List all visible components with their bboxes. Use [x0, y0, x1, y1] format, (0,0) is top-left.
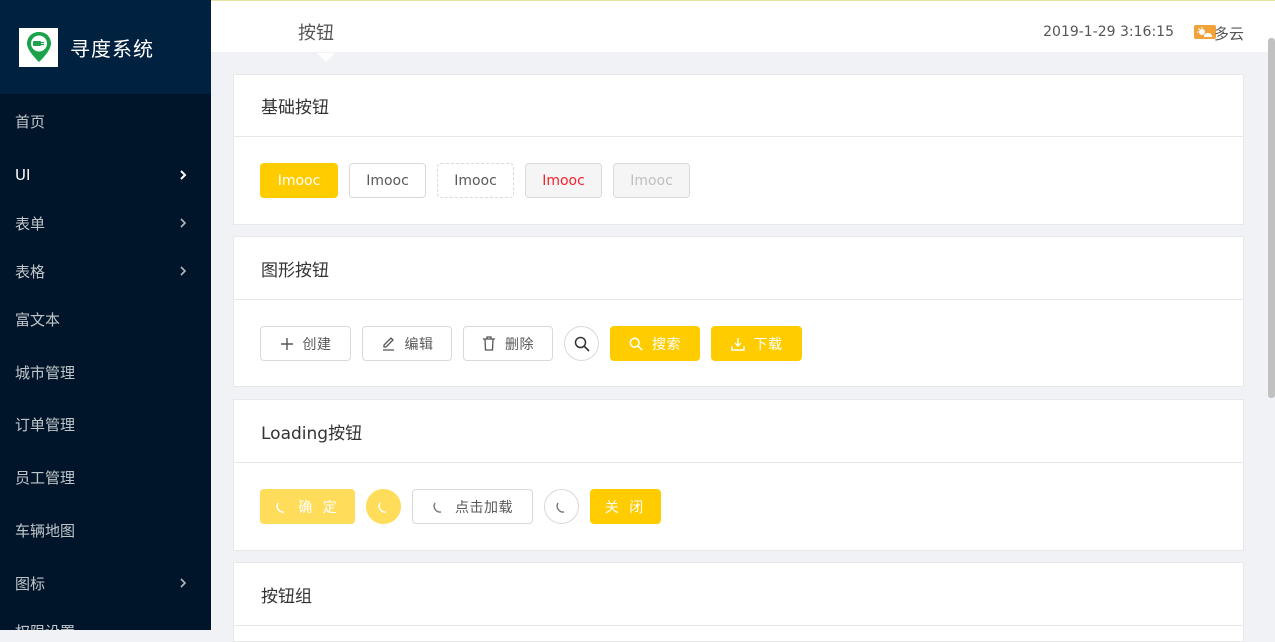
sidebar-item-label: 权限设置	[15, 621, 75, 631]
header: 按钮 2019-1-29 3:16:15 多云	[211, 0, 1275, 62]
loading-buttons-card: Loading按钮 确 定 点击加载 关 闭	[233, 399, 1244, 551]
loading-spinner-icon	[276, 502, 285, 513]
logo: 寻度系统	[0, 0, 211, 94]
button-label: 删除	[505, 336, 534, 353]
loading-spinner-icon	[555, 502, 564, 513]
button-label: 搜索	[652, 336, 681, 353]
button-label: 关 闭	[604, 499, 647, 516]
button-label: 创建	[302, 336, 332, 353]
click-load-button[interactable]: 点击加载	[412, 489, 533, 524]
chevron-right-icon	[180, 170, 187, 180]
button-label: Imooc	[366, 172, 409, 189]
datetime: 2019-1-29 3:16:15	[1043, 24, 1174, 40]
button-label: Imooc	[454, 172, 497, 189]
sidebar-item-city[interactable]: 城市管理	[0, 352, 211, 392]
card-title: 图形按钮	[234, 237, 1243, 300]
search-icon	[629, 337, 643, 351]
breadcrumb: 按钮	[298, 23, 334, 44]
sidebar: 寻度系统 首页 UI 表单 表格 富文本 城市管理 订单管理 员工管理 车辆地图…	[0, 0, 211, 630]
sidebar-item-table[interactable]: 表格	[0, 251, 211, 291]
sidebar-item-label: 表单	[15, 214, 46, 233]
weather-text: 多云	[1213, 25, 1244, 43]
loading-spinner-icon	[377, 502, 386, 513]
search-button[interactable]: 搜索	[610, 326, 700, 361]
loading-spinner-icon	[433, 502, 442, 513]
trash-icon	[483, 336, 495, 351]
edit-icon	[382, 337, 394, 351]
basic-buttons-card: 基础按钮 Imooc Imooc Imooc Imooc Imooc	[233, 74, 1244, 225]
close-button[interactable]: 关 闭	[590, 489, 661, 524]
sidebar-item-label: 城市管理	[15, 363, 76, 382]
default-button[interactable]: Imooc	[349, 163, 426, 198]
danger-button[interactable]: Imooc	[525, 163, 602, 198]
delete-button[interactable]: 删除	[463, 326, 553, 361]
sidebar-item-permission[interactable]: 权限设置	[0, 611, 211, 631]
button-label: Imooc	[277, 172, 321, 189]
sidebar-item-icons[interactable]: 图标	[0, 563, 211, 603]
sidebar-item-label: 订单管理	[15, 415, 76, 434]
icon-buttons-card: 图形按钮 创建 编辑 删除 搜索 下载	[233, 236, 1244, 387]
button-label: 下载	[753, 336, 783, 353]
card-title: 按钮组	[234, 563, 1243, 626]
button-label: 点击加载	[455, 499, 513, 516]
button-group-card: 按钮组	[233, 562, 1244, 642]
card-title: 基础按钮	[234, 75, 1243, 137]
chevron-right-icon	[180, 266, 187, 276]
primary-button[interactable]: Imooc	[260, 163, 338, 198]
chevron-right-icon	[180, 578, 187, 588]
sidebar-item-ui[interactable]: UI	[0, 155, 211, 195]
button-label: 编辑	[404, 336, 434, 353]
circle-loading-button[interactable]	[366, 489, 401, 524]
cloud-sun-icon	[1194, 25, 1216, 39]
sidebar-item-order[interactable]: 订单管理	[0, 404, 211, 444]
create-button[interactable]: 创建	[260, 326, 351, 361]
logo-icon	[19, 27, 58, 67]
disabled-button: Imooc	[613, 163, 690, 198]
download-icon	[730, 337, 745, 351]
sidebar-item-label: 图标	[15, 574, 46, 593]
sidebar-item-label: UI	[15, 166, 31, 184]
sidebar-item-label: 首页	[15, 112, 46, 131]
sidebar-item-label: 表格	[15, 262, 46, 281]
breadcrumb-pointer	[317, 53, 335, 62]
button-label: Imooc	[542, 172, 585, 189]
card-title: Loading按钮	[234, 400, 1243, 463]
dashed-button[interactable]: Imooc	[437, 163, 514, 198]
download-button[interactable]: 下载	[711, 326, 802, 361]
sidebar-item-staff[interactable]: 员工管理	[0, 457, 211, 497]
sidebar-item-form[interactable]: 表单	[0, 203, 211, 243]
search-icon	[574, 336, 590, 352]
sidebar-item-label: 员工管理	[15, 468, 76, 487]
button-label: 确 定	[298, 499, 340, 516]
search-circle-button[interactable]	[564, 326, 599, 361]
chevron-right-icon	[180, 218, 187, 228]
button-label: Imooc	[630, 172, 673, 189]
scrollbar[interactable]	[1268, 38, 1275, 398]
sidebar-item-label: 富文本	[15, 310, 61, 329]
circle-loading-default-button[interactable]	[544, 489, 579, 524]
edit-button[interactable]: 编辑	[362, 326, 452, 361]
sidebar-item-rich-text[interactable]: 富文本	[0, 299, 211, 339]
app-title: 寻度系统	[70, 36, 154, 61]
plus-icon	[280, 337, 293, 350]
confirm-loading-button[interactable]: 确 定	[260, 489, 355, 524]
sidebar-item-vehicle-map[interactable]: 车辆地图	[0, 510, 211, 550]
sidebar-item-label: 车辆地图	[15, 521, 76, 540]
sidebar-item-home[interactable]: 首页	[0, 101, 211, 141]
